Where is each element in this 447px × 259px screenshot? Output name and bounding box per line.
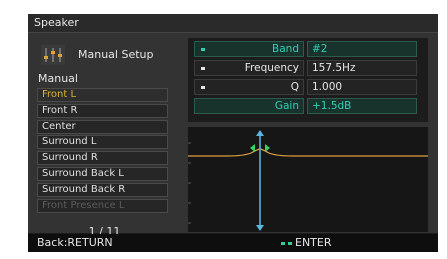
speaker-screen: Speaker Manual Setup Manual Front L Fron… — [28, 14, 438, 252]
enter-bullet-icon — [288, 241, 292, 245]
channel-item-surround-back-r[interactable]: Surround Back R — [37, 182, 168, 197]
back-return-hint[interactable]: Back:RETURN — [37, 236, 113, 249]
channel-item-front-presence-l: Front Presence L — [37, 198, 168, 213]
frequency-label: Frequency — [244, 62, 299, 74]
channel-item-center[interactable]: Center — [37, 119, 168, 134]
band-label-box: Band — [194, 41, 304, 57]
adjust-left-arrow-icon — [250, 144, 255, 152]
q-label: Q — [290, 81, 299, 93]
param-row-frequency[interactable]: Frequency 157.5Hz — [194, 60, 422, 76]
enter-bullet-icon — [281, 241, 285, 245]
window-title: Speaker — [34, 16, 79, 29]
setup-title: Manual Setup — [78, 48, 154, 61]
cursor-up-arrow-icon — [256, 130, 264, 136]
gain-label: Gain — [274, 100, 299, 112]
enter-hint[interactable]: ENTER — [281, 236, 332, 249]
param-row-band[interactable]: Band #2 — [194, 41, 422, 57]
param-row-gain[interactable]: Gain +1.5dB — [194, 98, 422, 114]
adjust-right-arrow-icon — [265, 144, 270, 152]
eq-response-curve — [188, 148, 428, 157]
channel-item-surround-l[interactable]: Surround L — [37, 135, 168, 150]
bullet-icon — [201, 67, 205, 70]
eq-sliders-icon — [41, 45, 65, 65]
band-value[interactable]: #2 — [307, 41, 417, 57]
param-row-q[interactable]: Q 1.000 — [194, 79, 422, 95]
channel-item-front-r[interactable]: Front R — [37, 103, 168, 118]
q-label-box: Q — [194, 79, 304, 95]
channel-item-front-l[interactable]: Front L — [37, 88, 168, 102]
enter-label: ENTER — [295, 236, 332, 249]
title-bar: Speaker — [28, 14, 438, 33]
q-value[interactable]: 1.000 — [307, 79, 417, 95]
channel-list: Front L Front R Center Surround L Surrou… — [37, 88, 168, 214]
frequency-value[interactable]: 157.5Hz — [307, 60, 417, 76]
eq-response-graph — [188, 127, 428, 232]
channel-item-surround-r[interactable]: Surround R — [37, 151, 168, 166]
channel-item-surround-back-l[interactable]: Surround Back L — [37, 166, 168, 181]
eq-parameter-panel: Band #2 Frequency 157.5Hz Q 1.000 Gain +… — [188, 38, 428, 122]
cursor-down-arrow-icon — [256, 225, 264, 231]
gain-value[interactable]: +1.5dB — [307, 98, 417, 114]
bullet-icon — [201, 48, 205, 51]
gain-label-box: Gain — [194, 98, 304, 114]
frequency-label-box: Frequency — [194, 60, 304, 76]
band-label: Band — [272, 43, 299, 55]
mode-label: Manual — [38, 72, 78, 85]
bullet-icon — [201, 86, 205, 89]
